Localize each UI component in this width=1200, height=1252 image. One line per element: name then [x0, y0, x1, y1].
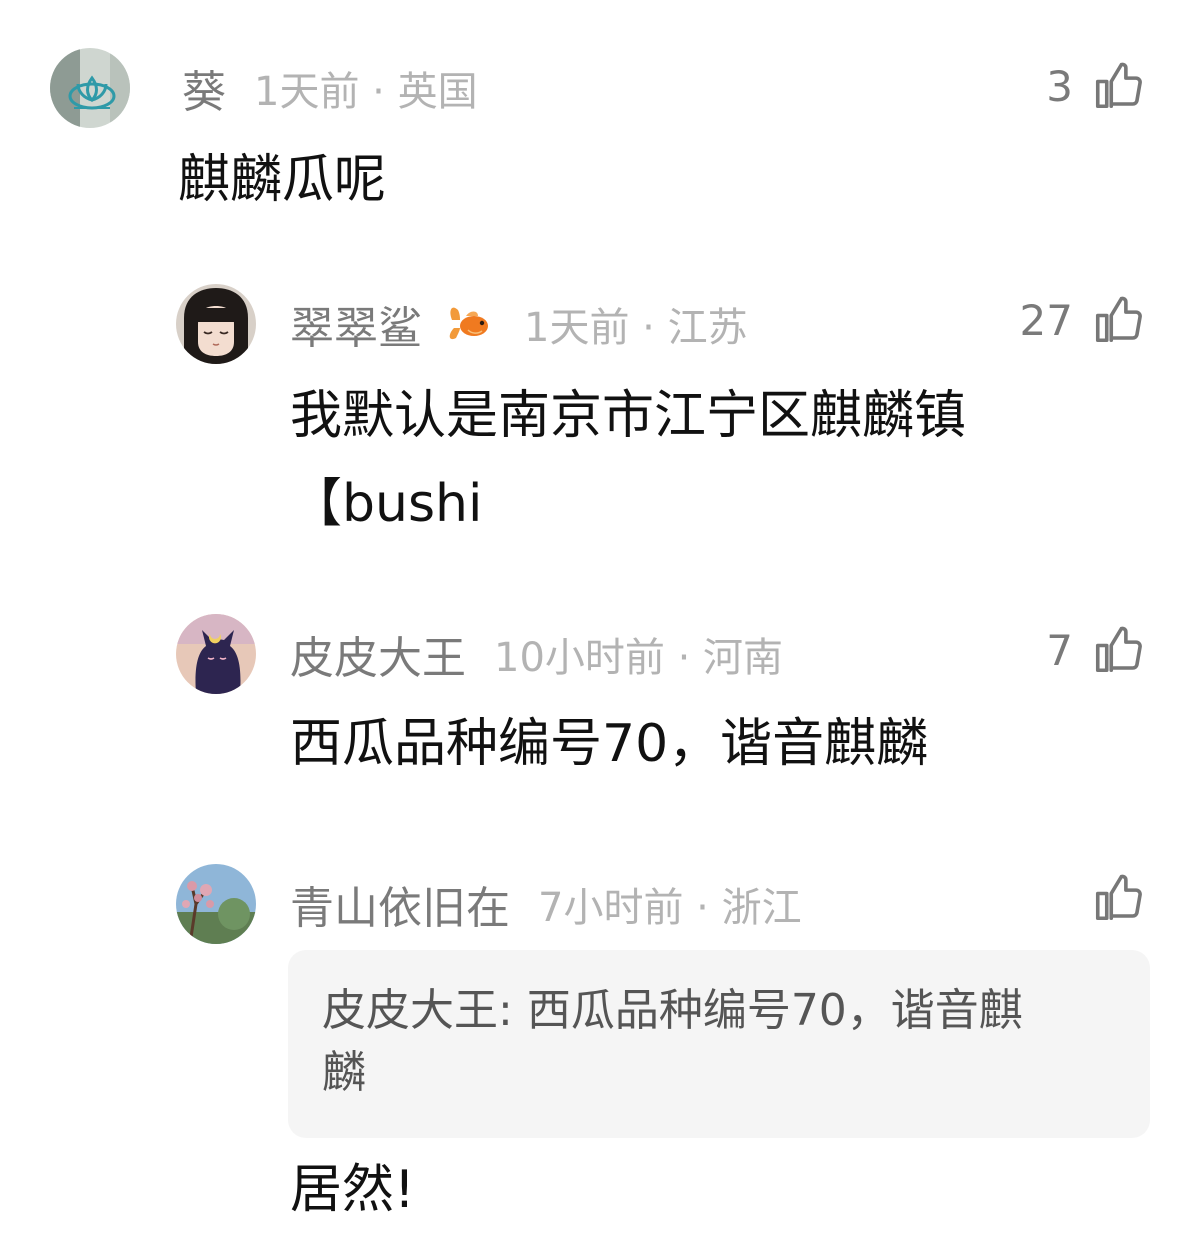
timestamp-location: 7小时前 · 浙江 — [538, 885, 802, 931]
like-button[interactable]: 7 — [1046, 610, 1145, 690]
username[interactable]: 葵 — [182, 56, 226, 120]
comment-text: 西瓜品种编号70，谐音麒麟 — [290, 714, 929, 774]
thumbs-up-icon[interactable] — [1091, 623, 1145, 677]
timestamp-location: 10小时前 · 河南 — [494, 635, 784, 681]
quote-author: 皮皮大王: — [322, 985, 513, 1036]
comment-text: 我默认是南京市江宁区麒麟镇 【bushi — [290, 372, 966, 548]
like-button[interactable]: 27 — [1020, 280, 1145, 360]
comment-meta: 翠翠鲨 1天前 · 江苏 — [290, 284, 748, 364]
like-count: 3 — [1046, 61, 1073, 111]
avatar[interactable] — [50, 48, 130, 128]
black-cat-avatar-icon — [176, 614, 256, 694]
quote-text: 西瓜品种编号70，谐音麒 — [512, 985, 1023, 1036]
like-count: 7 — [1046, 625, 1073, 675]
thumbs-up-icon[interactable] — [1091, 59, 1145, 113]
comment-text-line: 【bushi — [290, 474, 483, 534]
quote-text-continued: 麟 — [322, 1047, 366, 1098]
timestamp-location: 1天前 · 江苏 — [524, 305, 748, 351]
thumbs-up-icon[interactable] — [1091, 871, 1145, 925]
avatar[interactable] — [176, 864, 256, 944]
comment-text: 居然! — [290, 1160, 415, 1220]
anime-girl-avatar-icon — [176, 284, 256, 364]
avatar[interactable] — [176, 614, 256, 694]
quoted-reply[interactable]: 皮皮大王: 西瓜品种编号70，谐音麒 麟 — [288, 950, 1150, 1138]
goldfish-badge-icon — [444, 298, 496, 350]
comment-meta: 皮皮大王 10小时前 · 河南 — [290, 614, 783, 694]
lotus-avatar-icon — [50, 48, 130, 128]
username[interactable]: 皮皮大王 — [290, 622, 466, 686]
thumbs-up-icon[interactable] — [1091, 293, 1145, 347]
avatar[interactable] — [176, 284, 256, 364]
comment-text-line: 我默认是南京市江宁区麒麟镇 — [290, 386, 967, 446]
timestamp-location: 1天前 · 英国 — [254, 69, 478, 115]
username[interactable]: 翠翠鲨 — [290, 292, 422, 356]
like-count: 27 — [1019, 295, 1073, 345]
comment-meta: 葵 1天前 · 英国 — [182, 48, 478, 128]
like-button[interactable]: 3 — [1046, 46, 1145, 126]
comment-1: 葵 1天前 · 英国 3 麒麟瓜呢 — [0, 0, 1200, 240]
comment-meta: 青山依旧在 7小时前 · 浙江 — [290, 864, 802, 944]
comment-text: 麒麟瓜呢 — [178, 150, 387, 210]
username[interactable]: 青山依旧在 — [290, 872, 510, 936]
blossom-tree-avatar-icon — [176, 864, 256, 944]
like-button[interactable] — [1073, 858, 1145, 938]
